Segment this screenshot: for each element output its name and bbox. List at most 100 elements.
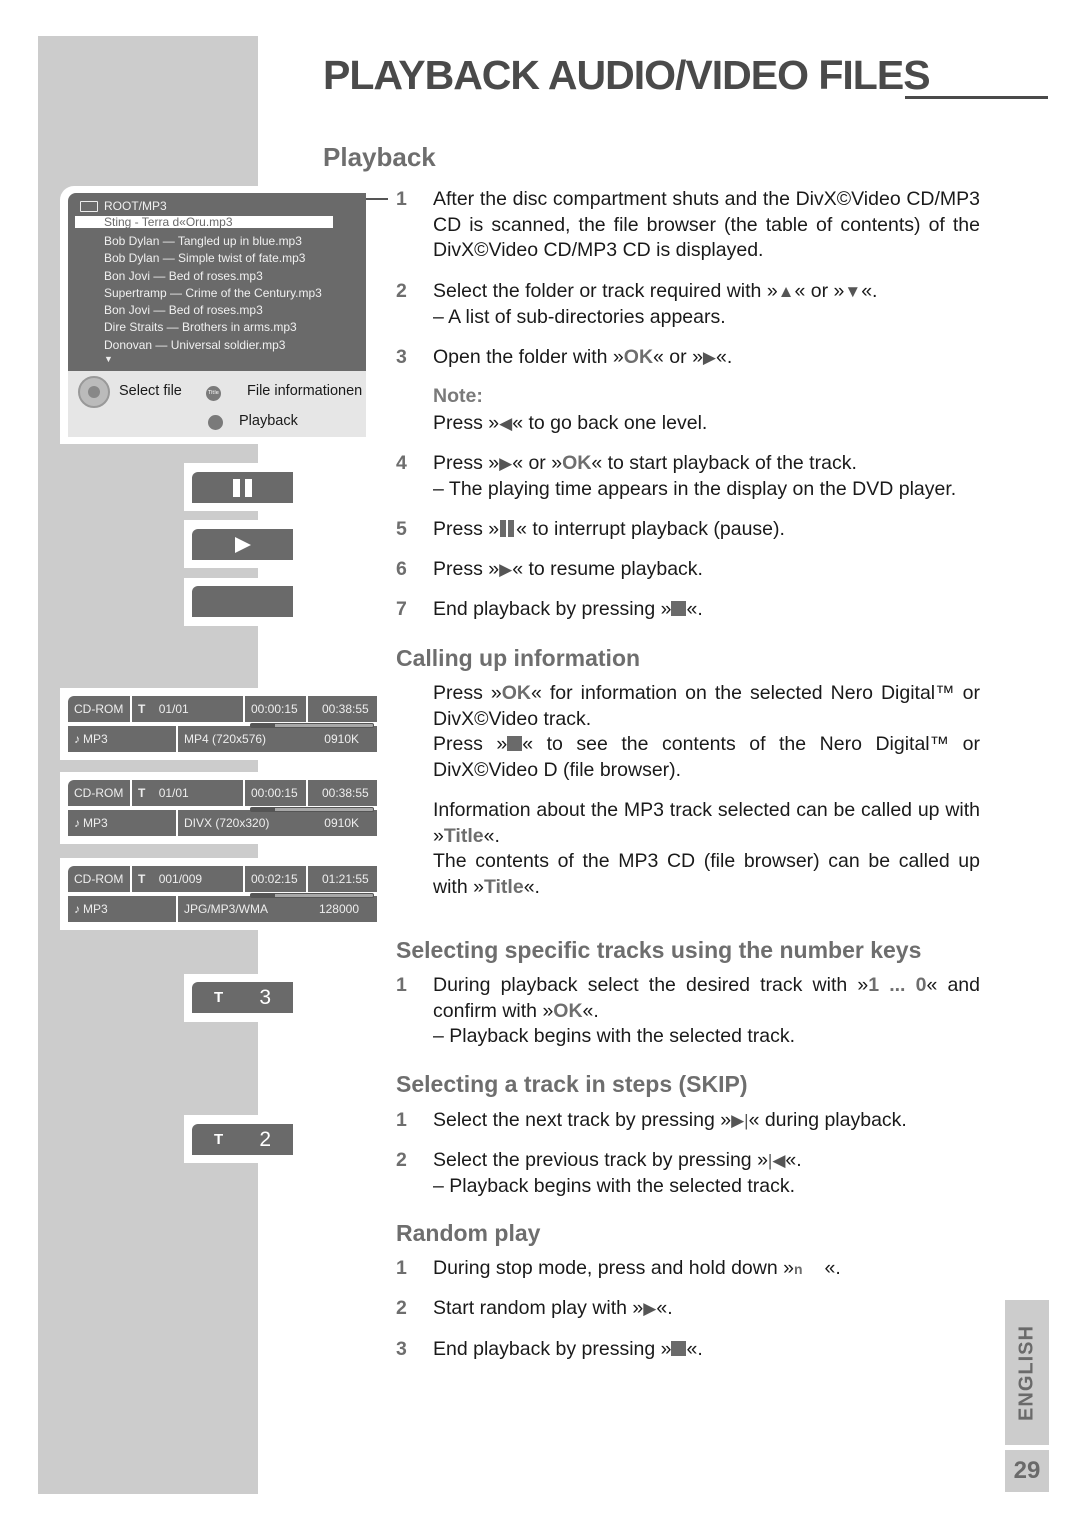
osd-track-number: T2: [192, 1124, 293, 1155]
progress-bar: [250, 893, 374, 898]
file-list-item[interactable]: Bon Jovi — Bed of roses.mp3: [75, 268, 333, 285]
down-arrow-icon: ▼: [844, 282, 862, 302]
file-list-item[interactable]: Bon Jovi — Bed of roses.mp3: [75, 302, 333, 319]
step-number: 2: [396, 280, 407, 302]
track-cell: T 01/01: [132, 696, 243, 722]
osd-track-number: T3: [192, 982, 293, 1013]
file-list-item[interactable]: Dire Straits — Brothers in arms.mp3: [75, 319, 333, 336]
section-heading-playback: Playback: [323, 142, 436, 172]
text: « to resume playback.: [512, 558, 703, 580]
format-value: MP4 (720x576): [184, 732, 267, 746]
text: Press »: [433, 452, 500, 474]
step-subtext: – A list of sub-directories appears.: [433, 305, 726, 328]
audio-icon: ♪: [74, 816, 80, 830]
text: Select the next track by pressing »: [433, 1109, 732, 1131]
note-text: Press »◀« to go back one level.: [433, 411, 980, 437]
key-title: Title: [483, 875, 524, 898]
text: «.: [785, 1149, 802, 1171]
text: « or »: [653, 346, 703, 368]
page-number: 29: [1005, 1450, 1049, 1492]
legend-file-info: File informationen: [247, 383, 363, 399]
key-numbers: 1 ... 0: [868, 974, 927, 996]
total-cell: 00:38:55: [308, 696, 377, 722]
type-cell: ♪ MP3: [68, 810, 176, 836]
text: During playback select the desired track…: [433, 974, 869, 996]
language-label: ENGLISH: [1015, 1324, 1038, 1421]
file-list-item[interactable]: Bob Dylan — Simple twist of fate.mp3: [75, 250, 333, 267]
format-cell: JPG/MP3/WMA 128000: [178, 896, 377, 922]
language-tab: ENGLISH: [1005, 1300, 1049, 1445]
text: During stop mode, press and hold down »: [433, 1257, 794, 1279]
play-button-icon: [208, 415, 223, 430]
folder-icon: [80, 200, 98, 212]
pause-icon: [232, 478, 253, 497]
random-step-1: 1 During stop mode, press and hold down …: [396, 1256, 980, 1283]
step-6: 6 Press »▶« to resume playback.: [396, 557, 980, 583]
progress-fill: [251, 724, 276, 727]
section-heading-random: Random play: [396, 1220, 541, 1246]
step-subtext: – The playing time appears in the displa…: [433, 477, 957, 500]
text: « to go back one level.: [512, 412, 708, 434]
type-value: MP3: [83, 816, 108, 830]
step-number: 3: [396, 346, 407, 368]
track-icon: T: [138, 872, 146, 886]
text: « to interrupt playback (pause).: [516, 518, 785, 540]
step-number: 5: [396, 518, 407, 540]
info-paragraph: Press » « to see the contents of the Nero…: [433, 732, 980, 783]
key-ok: OK: [553, 999, 583, 1022]
status-bar: CD-ROM T 01/01 00:00:15 00:38:55 ♪ MP3 MP…: [60, 688, 380, 760]
section-heading-calling-info: Calling up information: [396, 645, 641, 671]
step-2: 2 Select the folder or track required wi…: [396, 279, 980, 330]
path-label: ROOT/MP3: [104, 199, 167, 213]
file-list-item[interactable]: Bob Dylan — Tangled up in blue.mp3: [75, 233, 333, 250]
random-step-3: 3 End playback by pressing » «.: [396, 1337, 980, 1363]
bitrate-value: 128000: [318, 902, 359, 916]
file-list-item[interactable]: Supertramp — Crime of the Century.mp3: [75, 285, 333, 302]
format-value: JPG/MP3/WMA: [184, 902, 269, 916]
track-cell: T 001/009: [132, 866, 243, 892]
bitrate-value: 0910K: [324, 732, 359, 746]
dpad-ok-icon: [78, 376, 110, 408]
format-value: DIVX (720x320): [184, 816, 270, 830]
step-number: 2: [396, 1297, 407, 1319]
left-arrow-icon: ◀: [499, 414, 513, 434]
legend-playback: Playback: [239, 413, 298, 429]
step-number: 1: [396, 974, 407, 996]
legend-select-file: Select file: [119, 383, 182, 399]
elapsed-cell: 00:00:15: [245, 780, 306, 806]
track-value: 01/01: [158, 786, 189, 800]
text: «.: [861, 280, 878, 302]
file-list-item-selected[interactable]: Sting - Terra d«Oru.mp3: [75, 216, 333, 228]
osd-stop-blank: [192, 586, 293, 617]
file-list-item[interactable]: Donovan — Universal soldier.mp3: [75, 337, 333, 354]
section-heading-skip: Selecting a track in steps (SKIP): [396, 1071, 748, 1097]
osd-pause: [192, 472, 293, 503]
source-cell: CD-ROM: [68, 780, 130, 806]
skip-previous-icon: |◀: [767, 1151, 786, 1171]
elapsed-cell: 00:02:15: [245, 866, 306, 892]
key-ok: OK: [623, 346, 654, 368]
step-number: 1: [396, 188, 407, 210]
stop-icon: [671, 601, 687, 616]
play-icon: ▶: [499, 454, 513, 474]
text: «.: [686, 598, 703, 620]
text: « or »: [794, 280, 845, 302]
play-icon: ▶: [643, 1299, 657, 1319]
progress-fill: [251, 808, 276, 811]
text: Press »: [433, 682, 502, 704]
key-ok: OK: [501, 682, 531, 704]
text: « to start playback of the track.: [591, 452, 857, 474]
text: Start random play with »: [433, 1297, 644, 1319]
step-1: 1 After the disc compartment shuts and t…: [396, 187, 980, 264]
track-value: 001/009: [158, 872, 203, 886]
total-cell: 00:38:55: [308, 780, 377, 806]
step-3: 3 Open the folder with »OK« or »▶«.: [396, 345, 980, 371]
text: «.: [824, 1257, 841, 1279]
scroll-down-icon[interactable]: ▼: [75, 354, 333, 364]
number-keys-step-1: 1 During playback select the desired tra…: [396, 973, 980, 1050]
text: «.: [483, 824, 500, 847]
text: « during playback.: [748, 1109, 907, 1131]
step-subtext: – Playback begins with the selected trac…: [433, 1025, 796, 1048]
step-number: 4: [396, 452, 407, 474]
track-number: 3: [259, 985, 271, 1009]
